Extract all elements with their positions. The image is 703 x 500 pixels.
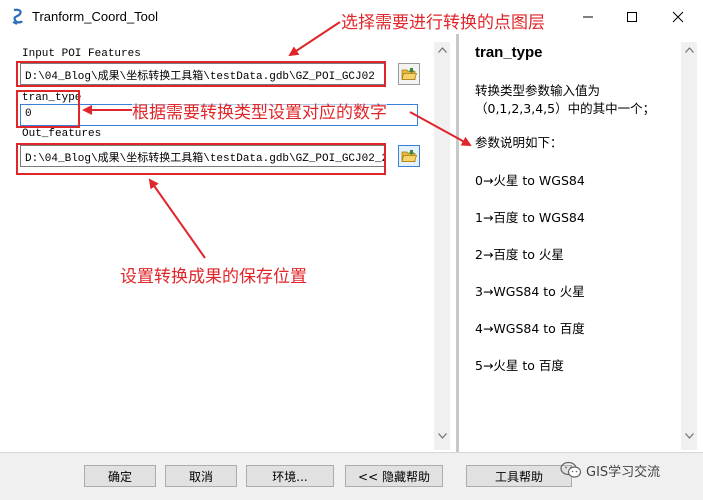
input-highlight-box bbox=[16, 61, 386, 87]
help-option-0: 0→火星 to WGS84 bbox=[475, 173, 585, 188]
open-folder-icon bbox=[401, 68, 417, 80]
minimize-button[interactable] bbox=[565, 0, 611, 34]
tran-type-highlight-box bbox=[16, 90, 80, 128]
help-title: tran_type bbox=[475, 44, 543, 61]
open-folder-icon bbox=[401, 150, 417, 162]
help-pane: tran_type 转换类型参数输入值为 （0,1,2,3,4,5）中的其中一个… bbox=[456, 34, 703, 452]
cancel-button[interactable]: 取消 bbox=[165, 465, 237, 487]
scroll-down-arrow[interactable] bbox=[434, 428, 450, 444]
hide-help-button[interactable]: << 隐藏帮助 bbox=[345, 465, 443, 487]
ok-button[interactable]: 确定 bbox=[84, 465, 156, 487]
output-highlight-box bbox=[16, 143, 386, 175]
help-option-2: 2→百度 to 火星 bbox=[475, 247, 564, 262]
help-option-1: 1→百度 to WGS84 bbox=[475, 210, 585, 225]
help-scroll-down-arrow[interactable] bbox=[681, 428, 697, 444]
watermark-text: GIS学习交流 bbox=[586, 464, 661, 480]
help-option-3: 3→WGS84 to 火星 bbox=[475, 284, 585, 299]
tool-help-button[interactable]: 工具帮助 bbox=[466, 465, 572, 487]
help-option-4: 4→WGS84 to 百度 bbox=[475, 321, 585, 336]
maximize-button[interactable] bbox=[609, 0, 655, 34]
maximize-icon bbox=[627, 12, 637, 22]
help-option-5: 5→火星 to 百度 bbox=[475, 358, 564, 373]
close-button[interactable] bbox=[655, 0, 701, 34]
parameters-scrollbar[interactable] bbox=[434, 42, 450, 450]
wechat-icon bbox=[560, 461, 582, 478]
chevron-up-icon bbox=[437, 47, 447, 53]
watermark: GIS学习交流 bbox=[560, 459, 660, 481]
browse-output-button[interactable] bbox=[398, 145, 420, 167]
minimize-icon bbox=[583, 16, 593, 18]
out-features-label: Out_features bbox=[22, 128, 102, 140]
toolbox-script-icon bbox=[12, 8, 23, 25]
help-scroll-up-arrow[interactable] bbox=[681, 42, 697, 58]
chevron-up-icon bbox=[684, 47, 694, 53]
help-scrollbar[interactable] bbox=[681, 42, 697, 450]
browse-input-button[interactable] bbox=[398, 63, 420, 85]
close-icon bbox=[672, 11, 684, 23]
annotation-select-layer: 选择需要进行转换的点图层 bbox=[341, 13, 545, 33]
window-title: Tranform_Coord_Tool bbox=[32, 9, 158, 24]
help-description-line-1: 转换类型参数输入值为 bbox=[475, 83, 601, 98]
annotation-set-number: 根据需要转换类型设置对应的数字 bbox=[132, 98, 387, 123]
chevron-down-icon bbox=[437, 433, 447, 439]
environments-button[interactable]: 环境... bbox=[246, 465, 334, 487]
annotation-save-location: 设置转换成果的保存位置 bbox=[120, 267, 307, 287]
scroll-up-arrow[interactable] bbox=[434, 42, 450, 58]
help-param-header: 参数说明如下： bbox=[475, 135, 563, 150]
chevron-down-icon bbox=[684, 433, 694, 439]
input-features-label: Input POI Features bbox=[22, 48, 141, 60]
help-description-line-2: （0,1,2,3,4,5）中的其中一个； bbox=[475, 101, 656, 116]
